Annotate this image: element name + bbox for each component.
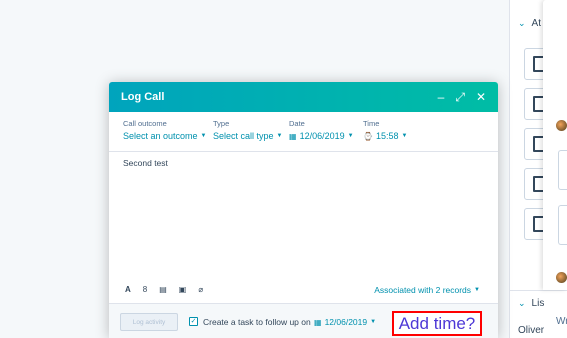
avatar <box>556 272 567 283</box>
caret-down-icon: ▼ <box>276 133 283 139</box>
section-divider <box>510 290 567 291</box>
chevron-down-icon: ⌄ <box>518 18 526 28</box>
caret-down-icon: ▼ <box>347 133 354 139</box>
calendar-icon: ▦ <box>314 317 322 327</box>
modal-header-controls: – ⤢ ✕ <box>438 91 486 103</box>
minimize-icon[interactable]: – <box>438 91 445 103</box>
image-icon[interactable]: ▣ <box>179 285 187 294</box>
associations-dropdown[interactable]: Associated with 2 records ▼ <box>374 285 480 295</box>
annotation-callout: Add time? <box>392 311 482 336</box>
caret-down-icon: ▼ <box>474 287 480 293</box>
overlay-card-edge <box>558 205 567 245</box>
chevron-down-icon: ⌄ <box>518 298 526 308</box>
call-type-label: Type <box>213 119 230 128</box>
date-picker[interactable]: ▦ 12/06/2019 ▼ <box>289 131 354 141</box>
attachments-header-label: At <box>531 18 541 29</box>
attachment-icon[interactable]: ⌀ <box>198 285 203 294</box>
contact-name[interactable]: Oliver <box>518 325 544 336</box>
link-icon[interactable]: 8 <box>143 285 147 294</box>
follow-up-date-value: 12/06/2019 <box>324 317 368 327</box>
time-field: Time ⌚ 15:58 ▼ <box>363 119 407 141</box>
modal-header: Log Call – ⤢ ✕ <box>109 82 498 112</box>
overlay-text: Wr <box>556 316 567 327</box>
caret-down-icon: ▼ <box>401 133 408 139</box>
close-icon[interactable]: ✕ <box>476 91 486 103</box>
call-type-value: Select call type <box>213 131 274 141</box>
clock-icon: ⌚ <box>363 131 373 141</box>
formatting-toolbar: A 8 ▤ ▣ ⌀ <box>125 285 203 294</box>
call-outcome-dropdown[interactable]: Select an outcome ▼ <box>123 131 207 141</box>
call-type-dropdown[interactable]: Select call type ▼ <box>213 131 282 141</box>
snippet-icon[interactable]: ▤ <box>159 285 167 294</box>
overlay-card-edge <box>558 150 567 190</box>
date-label: Date <box>289 119 305 128</box>
date-value: 12/06/2019 <box>299 131 345 141</box>
checkmark-icon: ✓ <box>190 318 197 325</box>
caret-down-icon: ▼ <box>200 133 207 139</box>
calendar-icon: ▦ <box>289 131 297 141</box>
text-style-icon[interactable]: A <box>125 285 131 294</box>
call-outcome-label: Call outcome <box>123 119 167 128</box>
modal-title: Log Call <box>121 91 165 103</box>
time-label: Time <box>363 119 380 128</box>
follow-up-date-picker[interactable]: ▦ 12/06/2019 ▼ <box>314 317 376 327</box>
list-section-header[interactable]: ⌄ Lis <box>518 298 544 309</box>
caret-down-icon: ▼ <box>370 319 377 325</box>
time-picker[interactable]: ⌚ 15:58 ▼ <box>363 131 407 141</box>
log-call-modal: Log Call – ⤢ ✕ Call outcome Select an ou… <box>109 82 498 338</box>
attachments-section-header[interactable]: ⌄ At <box>518 18 541 29</box>
date-field: Date ▦ 12/06/2019 ▼ <box>289 119 354 141</box>
avatar <box>556 120 567 131</box>
call-outcome-value: Select an outcome <box>123 131 198 141</box>
follow-up-task-label: Create a task to follow up on <box>203 317 311 327</box>
associations-label: Associated with 2 records <box>374 285 472 295</box>
time-value: 15:58 <box>375 131 399 141</box>
call-notes-editor[interactable]: Second test <box>123 158 168 168</box>
log-activity-button[interactable]: Log activity <box>120 313 178 331</box>
follow-up-task-checkbox[interactable]: ✓ <box>189 317 198 326</box>
overlay-panel-edge <box>543 0 567 290</box>
call-type-field: Type Select call type ▼ <box>213 119 282 141</box>
call-fields-row: Call outcome Select an outcome ▼ Type Se… <box>109 112 498 152</box>
call-outcome-field: Call outcome Select an outcome ▼ <box>123 119 207 141</box>
expand-icon[interactable]: ⤢ <box>455 91 465 103</box>
list-header-label: Lis <box>531 298 545 309</box>
